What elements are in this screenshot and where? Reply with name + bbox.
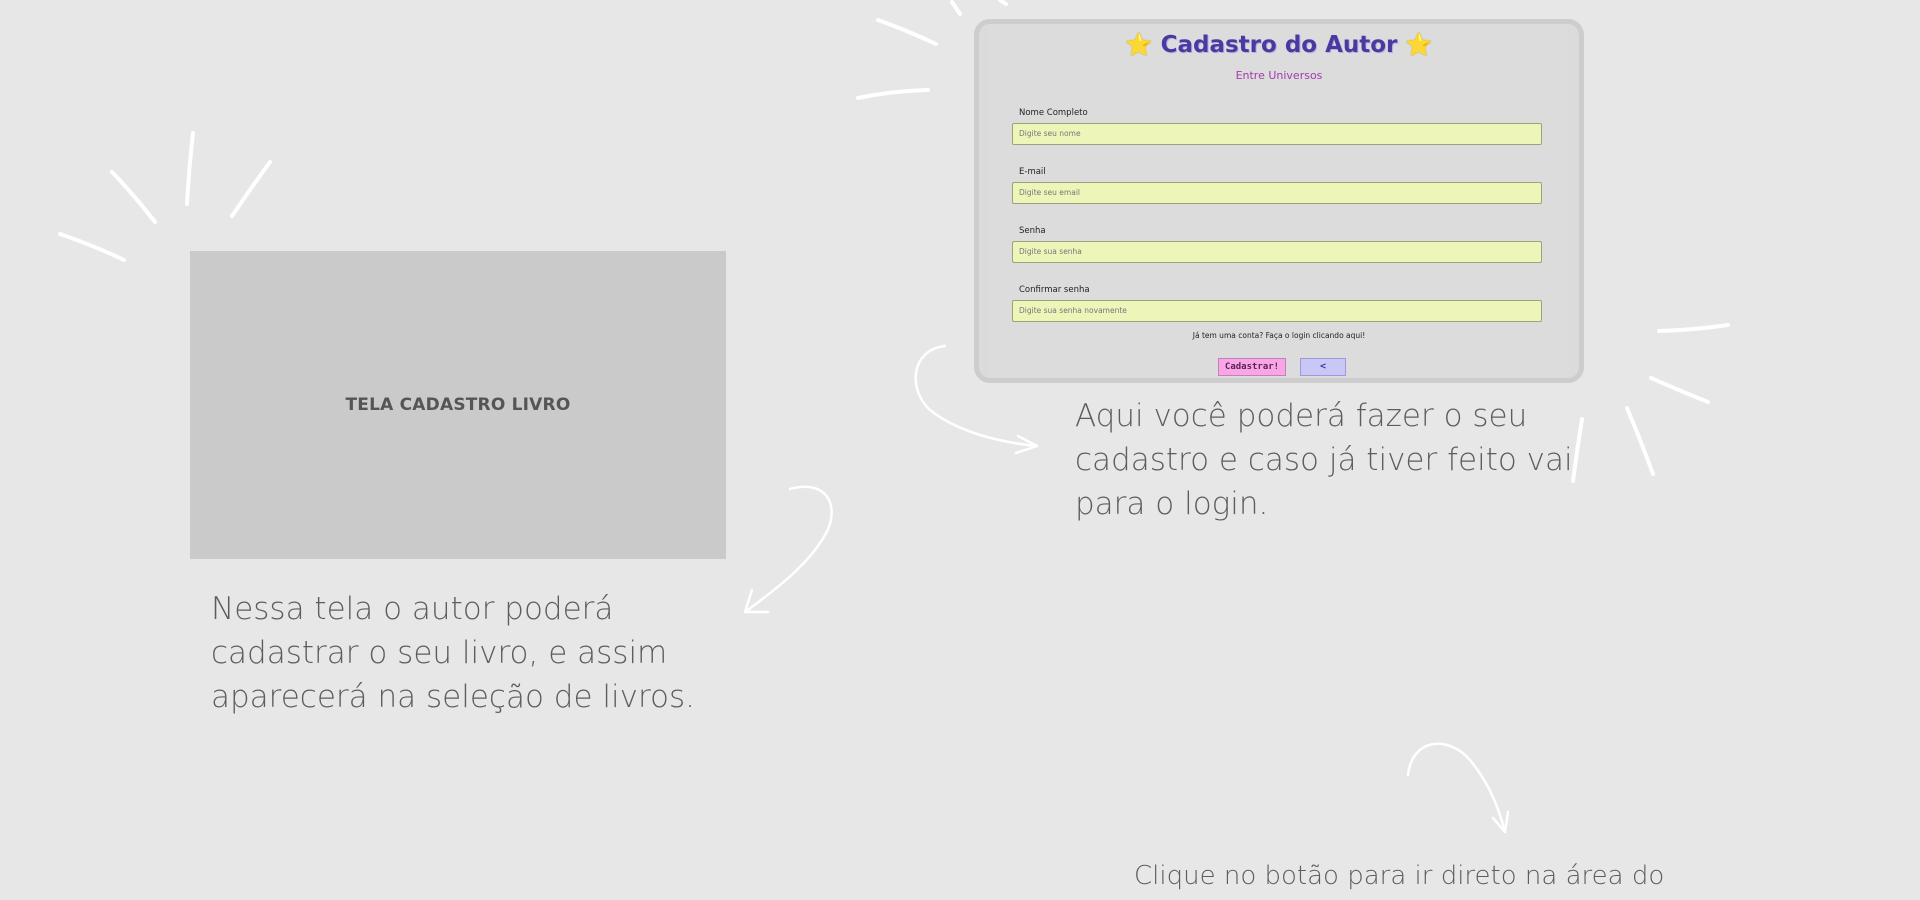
email-input[interactable]: Digite seu email — [1012, 182, 1542, 204]
arrow-stroke — [1406, 742, 1507, 834]
arrow-head — [1491, 810, 1510, 834]
name-label: Nome Completo — [1019, 108, 1088, 118]
login-link[interactable]: Já tem uma conta? Faça o login clicando … — [989, 331, 1569, 340]
form-subtitle: Entre Universos — [1235, 69, 1323, 82]
arrow-head — [1014, 434, 1039, 455]
burst-stroke — [1657, 323, 1730, 333]
burst-stroke — [58, 232, 126, 262]
password-input[interactable]: Digite sua senha — [1012, 241, 1542, 263]
back-button[interactable]: < — [1300, 358, 1346, 376]
burst-stroke — [998, 0, 1008, 6]
left-caption: Nessa tela o autor poderá cadastrar o se… — [211, 591, 695, 715]
star-icon: ⭐ — [1405, 33, 1433, 58]
bottom-caption: Clique no botão para ir direto na área d… — [1134, 861, 1665, 891]
burst-stroke — [876, 18, 938, 46]
burst-stroke — [1625, 406, 1655, 476]
author-register-form: ⭐ Cadastro do Autor ⭐ Entre Universos No… — [989, 24, 1569, 378]
burst-stroke — [185, 131, 195, 206]
burst-stroke — [950, 0, 962, 16]
password-label: Senha — [1019, 226, 1046, 236]
arrow-stroke — [743, 485, 833, 614]
burst-stroke — [230, 160, 272, 218]
confirm-password-label: Confirmar senha — [1019, 285, 1090, 295]
burst-stroke — [110, 170, 157, 224]
right-caption: Aqui você poderá fazer o seu cadastro e … — [1075, 398, 1573, 522]
book-register-screen-placeholder: TELA CADASTRO LIVRO — [190, 251, 726, 559]
email-label: E-mail — [1019, 167, 1046, 177]
placeholder-label: TELA CADASTRO LIVRO — [345, 395, 571, 415]
confirm-password-input[interactable]: Digite sua senha novamente — [1012, 300, 1542, 322]
author-register-preview: ⭐ Cadastro do Autor ⭐ Entre Universos No… — [974, 19, 1584, 383]
form-title: ⭐ Cadastro do Autor ⭐ — [989, 32, 1569, 58]
burst-stroke — [856, 88, 930, 100]
form-title-text: Cadastro do Autor — [1160, 32, 1398, 58]
star-icon: ⭐ — [1125, 33, 1153, 58]
name-input[interactable]: Digite seu nome — [1012, 123, 1542, 145]
register-button[interactable]: Cadastrar! — [1218, 358, 1286, 376]
burst-stroke — [1649, 376, 1710, 404]
